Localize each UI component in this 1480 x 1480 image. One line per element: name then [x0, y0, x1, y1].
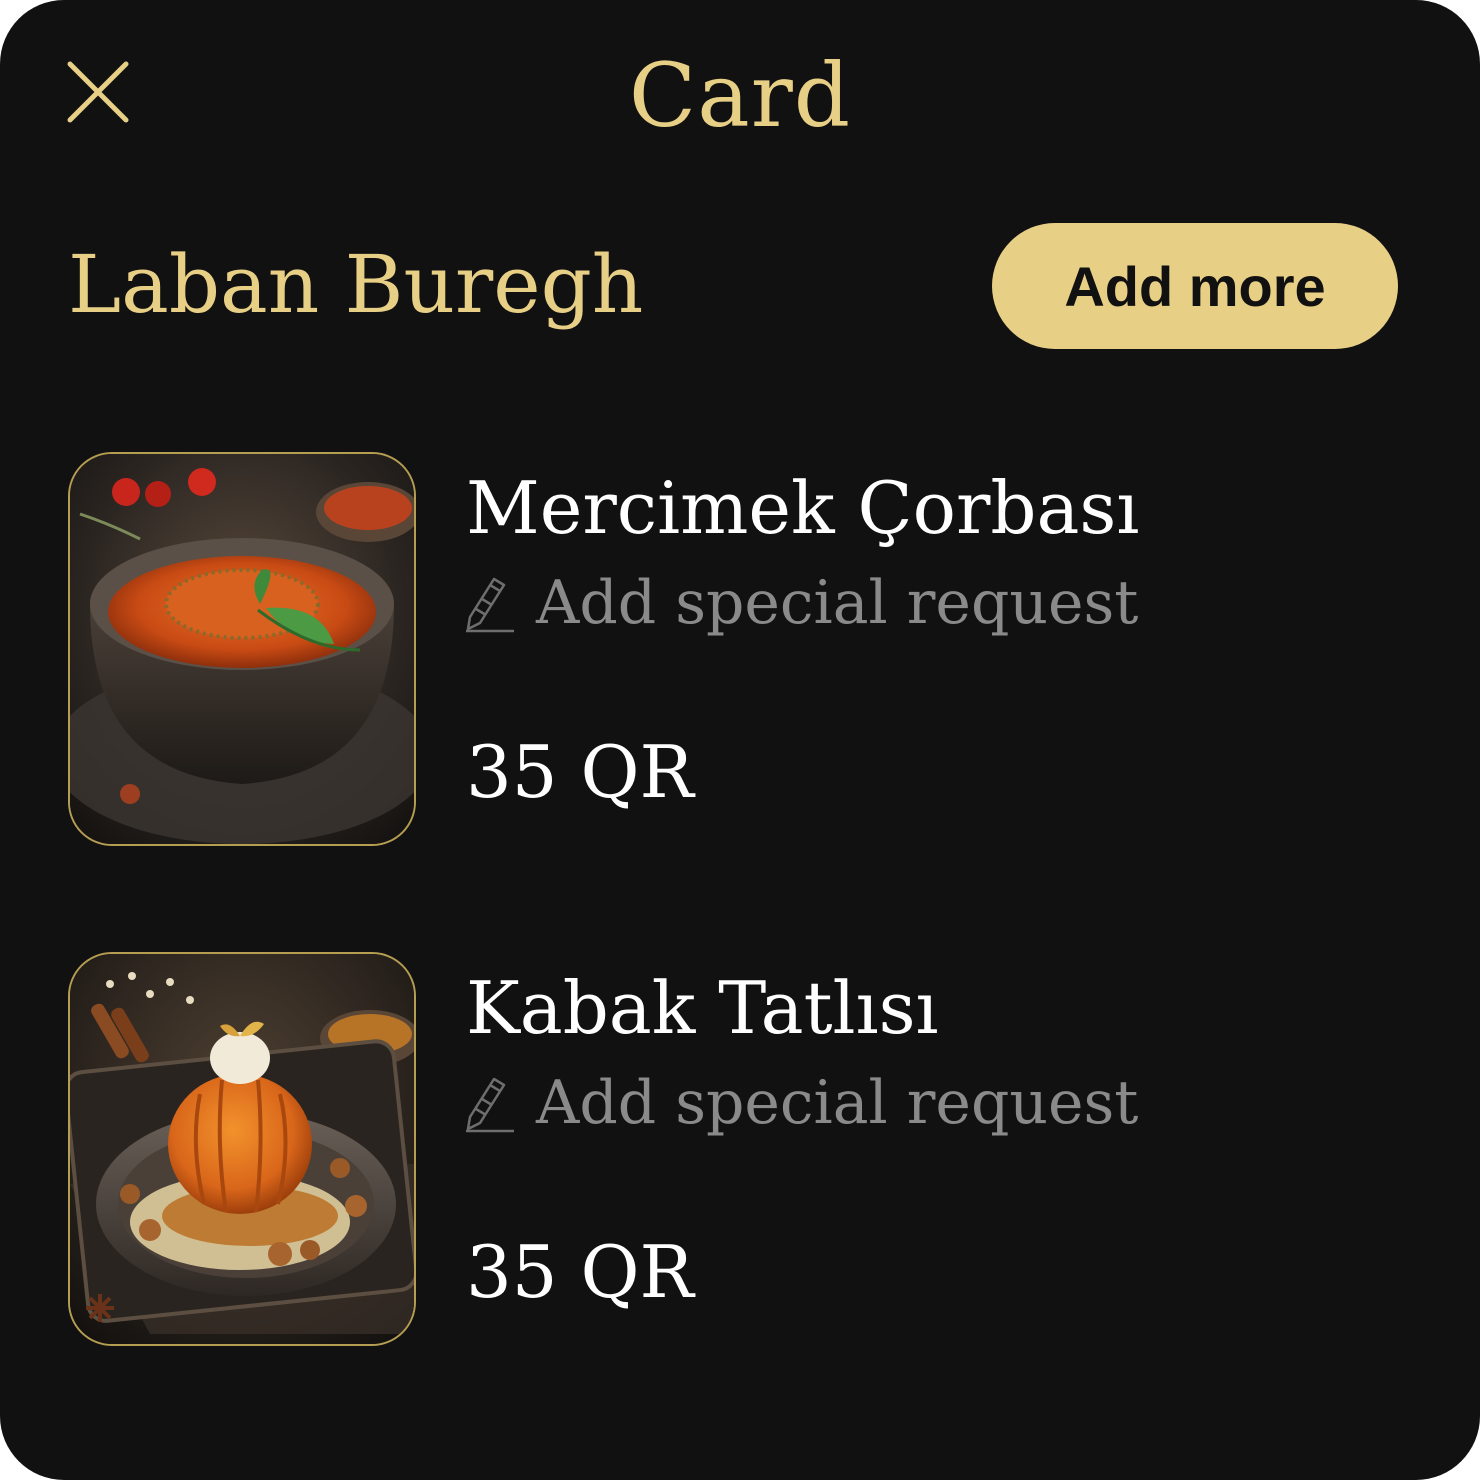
- pencil-icon: [466, 577, 514, 633]
- special-request-button[interactable]: Add special request: [464, 1060, 1138, 1146]
- cart-item: Kabak Tatlısı Add special request 35 QR: [68, 952, 1408, 1348]
- cart-screen: Card Laban Buregh Add more Mercimek Çorb…: [0, 0, 1480, 1480]
- special-request-button[interactable]: Add special request: [464, 560, 1138, 646]
- add-more-button[interactable]: Add more: [992, 223, 1398, 349]
- cart-item: Mercimek Çorbası Add special request 35 …: [68, 452, 1408, 848]
- lentil-soup-image: [68, 452, 416, 846]
- item-name: Kabak Tatlısı: [466, 966, 939, 1050]
- item-price: 35 QR: [466, 730, 694, 814]
- page-title: Card: [628, 44, 852, 147]
- restaurant-name: Laban Buregh: [68, 238, 644, 331]
- special-request-label: Add special request: [536, 568, 1139, 638]
- special-request-label: Add special request: [536, 1068, 1139, 1138]
- pencil-icon: [466, 1077, 514, 1133]
- item-name: Mercimek Çorbası: [466, 466, 1140, 550]
- item-price: 35 QR: [466, 1230, 694, 1314]
- pumpkin-dessert-image: [68, 952, 416, 1346]
